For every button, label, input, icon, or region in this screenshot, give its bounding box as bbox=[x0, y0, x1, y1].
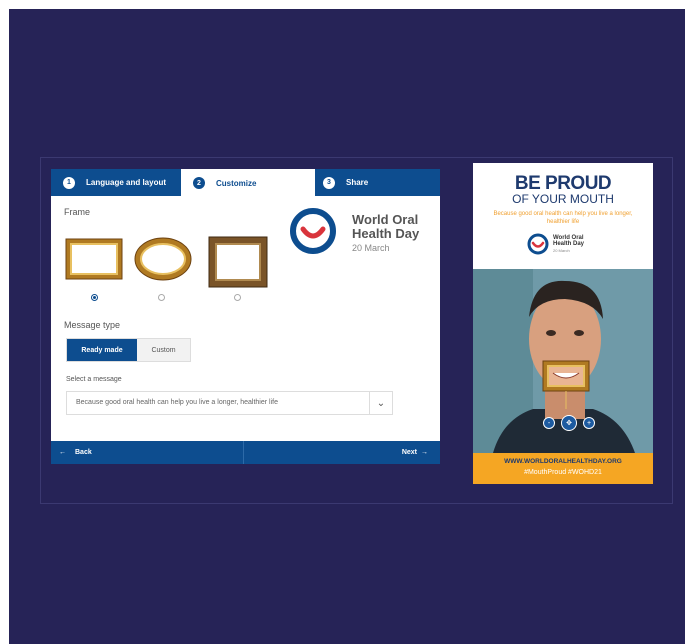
selected-message-text: Because good oral health can help you li… bbox=[76, 399, 278, 406]
step-number: 3 bbox=[323, 176, 335, 189]
frame-label: Frame bbox=[64, 207, 91, 217]
poster-preview: BE PROUD OF YOUR MOUTH Because good oral… bbox=[473, 163, 653, 484]
frame-option-rectangle[interactable] bbox=[64, 237, 124, 281]
frame-radio-1[interactable] bbox=[91, 294, 98, 301]
poster-url: WWW.WORLDORALHEALTHDAY.ORG bbox=[504, 458, 622, 465]
step-label: Language and layout bbox=[86, 178, 167, 187]
frame-option-oval[interactable] bbox=[133, 236, 193, 282]
frame-option-square[interactable] bbox=[208, 236, 268, 288]
zoom-in-button[interactable]: + bbox=[583, 417, 595, 429]
step-customize[interactable]: 2 Customize bbox=[181, 169, 315, 197]
step-label: Customize bbox=[216, 178, 257, 188]
poster-footer: WWW.WORLDORALHEALTHDAY.ORG #MouthProud #… bbox=[473, 453, 653, 484]
message-select[interactable]: Because good oral health can help you li… bbox=[66, 391, 393, 415]
select-message-label: Select a message bbox=[66, 376, 122, 383]
brand-logo: World Oral Health Day 20 March bbox=[289, 207, 423, 257]
step-number: 1 bbox=[63, 176, 75, 189]
plus-icon: + bbox=[586, 419, 592, 427]
poster-subheadline: OF YOUR MOUTH bbox=[512, 192, 614, 206]
smile-logo-icon bbox=[527, 233, 549, 255]
poster-tagline: Because good oral health can help you li… bbox=[493, 211, 633, 225]
poster-logo-date: 20 March bbox=[553, 248, 570, 253]
smile-logo-icon bbox=[290, 208, 336, 254]
move-handle[interactable]: ✥ bbox=[561, 415, 577, 431]
message-type-toggle: Ready made Custom bbox=[66, 338, 191, 362]
step-number: 2 bbox=[193, 177, 205, 189]
custom-button[interactable]: Custom bbox=[137, 339, 190, 361]
poster-logo: World Oral Health Day 20 March bbox=[525, 233, 605, 257]
ready-made-button[interactable]: Ready made bbox=[67, 339, 137, 361]
next-button[interactable]: Next → bbox=[402, 441, 428, 464]
step-bar: 1 Language and layout 2 Customize 3 Shar… bbox=[51, 169, 440, 197]
back-label: Back bbox=[75, 449, 92, 456]
message-type-label: Message type bbox=[64, 320, 121, 330]
nav-divider bbox=[243, 441, 244, 464]
editor-panel: 1 Language and layout 2 Customize 3 Shar… bbox=[51, 169, 440, 464]
arrow-left-icon: ← bbox=[59, 449, 66, 456]
move-icon: ✥ bbox=[566, 420, 572, 427]
brand-date: 20 March bbox=[352, 243, 390, 253]
zoom-out-button[interactable]: - bbox=[543, 417, 555, 429]
frame-radio-2[interactable] bbox=[158, 294, 165, 301]
frame-radio-3[interactable] bbox=[234, 294, 241, 301]
brand-title: World Oral Health Day bbox=[352, 212, 420, 241]
step-label: Share bbox=[346, 178, 369, 187]
next-label: Next bbox=[401, 449, 417, 456]
arrow-right-icon: → bbox=[421, 449, 428, 456]
step-share[interactable]: 3 Share bbox=[323, 169, 423, 196]
step-language-layout[interactable]: 1 Language and layout bbox=[63, 169, 175, 196]
nav-bar: ← Back Next → bbox=[51, 441, 440, 464]
minus-icon: - bbox=[547, 419, 551, 427]
poster-hashtags: #MouthProud #WOHD21 bbox=[524, 469, 602, 476]
poster-logo-title: World Oral Health Day bbox=[553, 235, 585, 247]
chevron-down-icon[interactable]: ⌄ bbox=[369, 392, 392, 414]
back-button[interactable]: ← Back bbox=[59, 441, 92, 464]
